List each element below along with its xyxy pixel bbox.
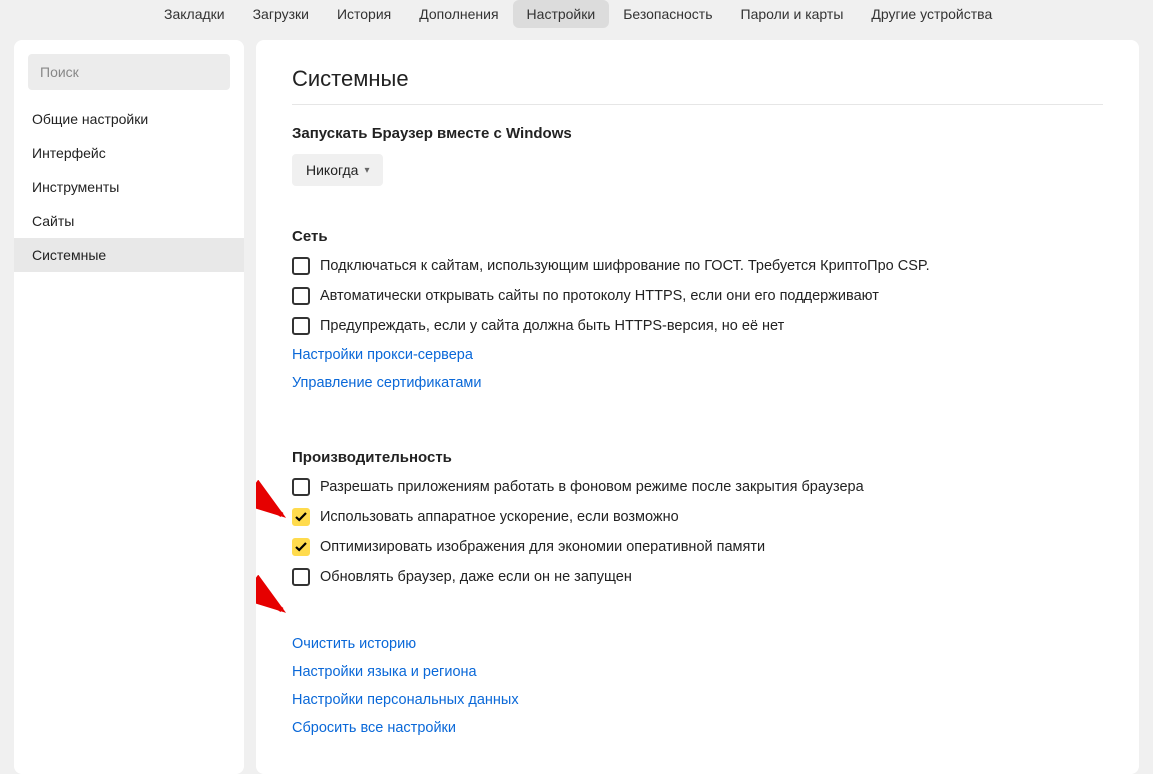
- link[interactable]: Настройки персональных данных: [292, 692, 1103, 708]
- sidebar-item[interactable]: Интерфейс: [14, 136, 244, 170]
- checkbox-label: Оптимизировать изображения для экономии …: [320, 539, 765, 555]
- top-nav-item[interactable]: История: [323, 0, 405, 28]
- sidebar-item[interactable]: Сайты: [14, 204, 244, 238]
- top-nav-item[interactable]: Пароли и карты: [727, 0, 858, 28]
- top-nav-item[interactable]: Закладки: [150, 0, 239, 28]
- link[interactable]: Сбросить все настройки: [292, 720, 1103, 736]
- sidebar-item[interactable]: Инструменты: [14, 170, 244, 204]
- checkbox-row: Разрешать приложениям работать в фоновом…: [292, 478, 1103, 496]
- checkbox-label: Использовать аппаратное ускорение, если …: [320, 509, 679, 525]
- checkbox-label: Автоматически открывать сайты по протоко…: [320, 288, 879, 304]
- layout: Поиск Общие настройкиИнтерфейсИнструмент…: [0, 40, 1153, 774]
- checkbox[interactable]: [292, 317, 310, 335]
- search-input[interactable]: Поиск: [28, 54, 230, 90]
- chevron-down-icon: ▾: [364, 165, 369, 176]
- sidebar: Поиск Общие настройкиИнтерфейсИнструмент…: [14, 40, 244, 774]
- top-nav-item[interactable]: Загрузки: [239, 0, 323, 28]
- checkbox[interactable]: [292, 538, 310, 556]
- checkbox-label: Подключаться к сайтам, использующим шифр…: [320, 258, 930, 274]
- link[interactable]: Настройки языка и региона: [292, 664, 1103, 680]
- checkbox-row: Предупреждать, если у сайта должна быть …: [292, 317, 1103, 335]
- section-network-title: Сеть: [292, 228, 1103, 245]
- sidebar-item[interactable]: Общие настройки: [14, 102, 244, 136]
- annotation-arrow-1: [256, 480, 292, 530]
- top-nav-item[interactable]: Настройки: [513, 0, 610, 28]
- checkbox-row: Обновлять браузер, даже если он не запущ…: [292, 568, 1103, 586]
- main-panel: Системные Запускать Браузер вместе с Win…: [256, 40, 1139, 774]
- link[interactable]: Управление сертификатами: [292, 375, 1103, 391]
- divider: [292, 104, 1103, 105]
- startup-dropdown[interactable]: Никогда ▾: [292, 154, 383, 186]
- checkbox[interactable]: [292, 257, 310, 275]
- page-title: Системные: [292, 66, 1103, 92]
- section-startup-title: Запускать Браузер вместе с Windows: [292, 125, 1103, 142]
- dropdown-value: Никогда: [306, 162, 358, 178]
- checkbox-row: Оптимизировать изображения для экономии …: [292, 538, 1103, 556]
- checkbox[interactable]: [292, 508, 310, 526]
- link[interactable]: Очистить историю: [292, 636, 1103, 652]
- checkbox-row: Использовать аппаратное ускорение, если …: [292, 508, 1103, 526]
- checkbox[interactable]: [292, 568, 310, 586]
- top-nav-item[interactable]: Безопасность: [609, 0, 726, 28]
- checkbox[interactable]: [292, 287, 310, 305]
- checkbox-label: Разрешать приложениям работать в фоновом…: [320, 479, 864, 495]
- top-nav: ЗакладкиЗагрузкиИсторияДополненияНастрой…: [0, 0, 1153, 40]
- checkbox-label: Обновлять браузер, даже если он не запущ…: [320, 569, 632, 585]
- checkbox-row: Автоматически открывать сайты по протоко…: [292, 287, 1103, 305]
- link[interactable]: Настройки прокси-сервера: [292, 347, 1103, 363]
- checkbox-row: Подключаться к сайтам, использующим шифр…: [292, 257, 1103, 275]
- top-nav-item[interactable]: Другие устройства: [857, 0, 1006, 28]
- checkbox[interactable]: [292, 478, 310, 496]
- checkbox-label: Предупреждать, если у сайта должна быть …: [320, 318, 784, 334]
- section-performance-title: Производительность: [292, 449, 1103, 466]
- annotation-arrow-2: [256, 575, 292, 625]
- sidebar-item[interactable]: Системные: [14, 238, 244, 272]
- top-nav-item[interactable]: Дополнения: [405, 0, 512, 28]
